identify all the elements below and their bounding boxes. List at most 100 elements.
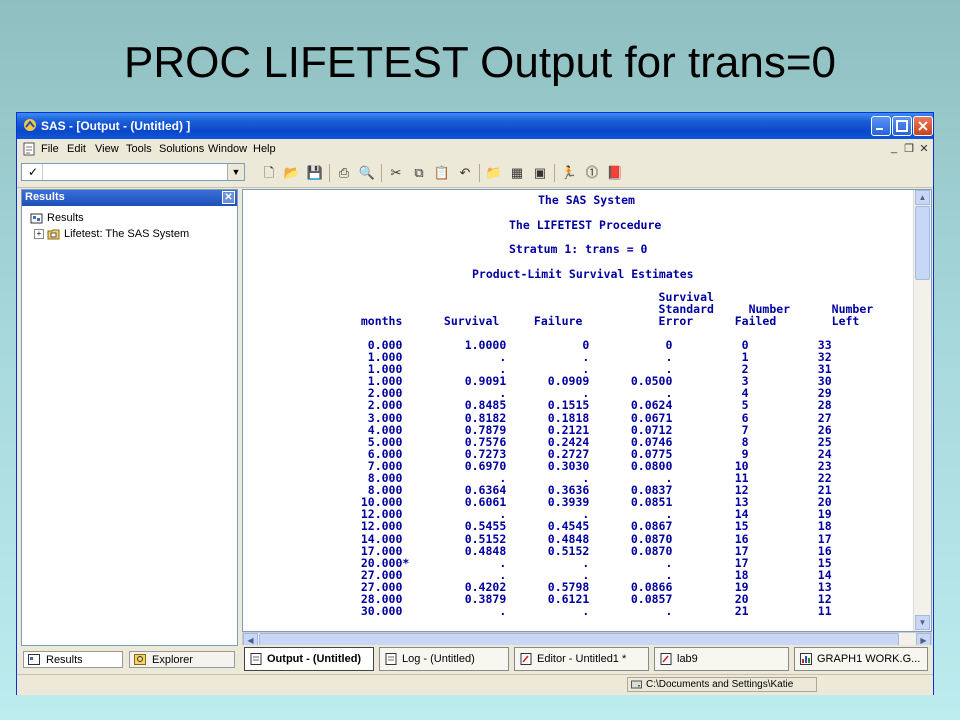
- task-log[interactable]: Log - (Untitled): [379, 647, 509, 671]
- output-column-header: Survival Standard Number Number months S…: [347, 291, 873, 327]
- window-taskbar: Output - (Untitled) Log - (Untitled) Edi…: [242, 645, 932, 673]
- toolbar: ✓ ▼ 🗋 📂 💾 ⎙ 🔍 ✂ ⧉ 📋 ↶ 📁 ▦ ▣ 🏃 ⓵ 📕: [17, 159, 933, 188]
- current-folder-path: C:\Documents and Settings\Katie: [646, 679, 794, 690]
- output-table-body: 0.000 1.0000 0 0 0 33 1.000 . . . 1 32 1…: [347, 339, 832, 617]
- print-icon[interactable]: ⎙: [335, 164, 353, 182]
- mdi-minimize-button[interactable]: _: [887, 142, 901, 156]
- menu-bar: File Edit View Tools Solutions Window He…: [17, 139, 933, 160]
- sas-window: SAS - [Output - (Untitled) ] File Edit V…: [16, 112, 934, 695]
- maximize-button[interactable]: [892, 116, 912, 136]
- vertical-scroll-thumb[interactable]: [915, 206, 930, 280]
- menu-window[interactable]: Window: [208, 143, 247, 155]
- chevron-down-icon[interactable]: ▼: [227, 164, 244, 180]
- slide-title: PROC LIFETEST Output for trans=0: [123, 38, 836, 87]
- mdi-restore-button[interactable]: ❐: [902, 142, 916, 156]
- close-icon: [918, 121, 928, 131]
- save-icon[interactable]: 💾: [306, 164, 324, 182]
- copy-icon[interactable]: ⧉: [410, 164, 428, 182]
- task-output-label: Output - (Untitled): [267, 653, 362, 665]
- maximize-icon: [896, 120, 908, 132]
- print-preview-icon[interactable]: 🔍: [358, 164, 376, 182]
- results-icon: [28, 654, 40, 665]
- task-lab9[interactable]: lab9: [654, 647, 789, 671]
- open-icon[interactable]: 📂: [283, 164, 301, 182]
- scroll-up-arrow-icon[interactable]: ▲: [915, 190, 930, 205]
- scroll-down-arrow-icon[interactable]: ▼: [915, 615, 930, 630]
- current-folder-field[interactable]: C:\Documents and Settings\Katie: [627, 677, 817, 692]
- table-row: 20.000* . . . 17 15: [347, 555, 832, 570]
- toolbar-separator: [381, 164, 382, 182]
- tab-explorer[interactable]: Explorer: [129, 651, 235, 668]
- command-box[interactable]: ✓ ▼: [21, 163, 245, 181]
- menu-tools[interactable]: Tools: [126, 143, 152, 155]
- document-icon: [23, 142, 35, 156]
- break-icon[interactable]: ⓵: [583, 164, 601, 182]
- menu-help[interactable]: Help: [253, 143, 276, 155]
- tab-explorer-label: Explorer: [152, 654, 193, 666]
- expand-icon[interactable]: +: [34, 229, 44, 240]
- table-row: 4.000 0.7879 0.2121 0.0712 7 26: [347, 422, 832, 437]
- task-output[interactable]: Output - (Untitled): [244, 647, 374, 671]
- results-header-title: Results: [25, 191, 65, 203]
- output-heading-procedure: The LIFETEST Procedure: [509, 218, 662, 232]
- run-icon[interactable]: 🏃: [560, 164, 578, 182]
- tree-item-lifetest[interactable]: + Lifetest: The SAS System: [34, 228, 189, 240]
- table-row: 3.000 0.8182 0.1818 0.0671 6 27: [347, 410, 832, 425]
- minimize-icon: [876, 128, 883, 130]
- tree-item-label: Lifetest: The SAS System: [64, 228, 190, 240]
- menu-edit[interactable]: Edit: [67, 143, 86, 155]
- task-editor[interactable]: Editor - Untitled1 *: [514, 647, 649, 671]
- menu-file[interactable]: File: [41, 143, 59, 155]
- tree-item-label: Results: [47, 212, 84, 224]
- minimize-button[interactable]: [871, 116, 891, 136]
- graph-icon: [800, 653, 812, 665]
- checkmark-icon[interactable]: ✓: [24, 164, 43, 180]
- results-header: Results ✕: [22, 190, 237, 206]
- help-book-icon[interactable]: 📕: [606, 164, 624, 182]
- undo-icon[interactable]: ↶: [456, 164, 474, 182]
- table-row: 30.000 . . . 21 11: [347, 604, 832, 619]
- new-icon[interactable]: 🗋: [260, 164, 278, 182]
- output-pane[interactable]: The SAS System The LIFETEST Procedure St…: [242, 189, 932, 632]
- editor-icon: [520, 653, 532, 665]
- table-row: 12.000 0.5455 0.4545 0.0867 15 18: [347, 519, 832, 534]
- paste-icon[interactable]: 📋: [433, 164, 451, 182]
- menu-solutions[interactable]: Solutions: [159, 143, 204, 155]
- task-editor-label: Editor - Untitled1 *: [537, 653, 627, 665]
- menu-view[interactable]: View: [95, 143, 119, 155]
- table-row: 14.000 0.5152 0.4848 0.0870 16 17: [347, 531, 832, 546]
- title-bar[interactable]: SAS - [Output - (Untitled) ]: [17, 113, 933, 139]
- drive-icon: [631, 680, 642, 689]
- results-folder-icon: [30, 213, 43, 224]
- explorer-icon: [134, 654, 146, 665]
- task-graph[interactable]: GRAPH1 WORK.G...: [794, 647, 928, 671]
- table-row: 2.000 0.8485 0.1515 0.0624 5 28: [347, 398, 832, 413]
- vertical-scrollbar[interactable]: ▲ ▼: [913, 190, 931, 631]
- mdi-close-button[interactable]: ✕: [917, 142, 931, 156]
- log-doc-icon: [385, 653, 397, 665]
- results-panel: Results ✕ Results + Lifetest: The SAS Sys…: [21, 189, 238, 646]
- table-row: 17.000 0.4848 0.5152 0.0870 17 16: [347, 543, 832, 558]
- editor-icon: [660, 653, 672, 665]
- close-icon[interactable]: ✕: [222, 191, 235, 204]
- toolbar-separator: [329, 164, 330, 182]
- tree-item-results[interactable]: Results: [30, 212, 84, 224]
- tab-results-label: Results: [46, 654, 83, 666]
- output-doc-icon: [250, 653, 262, 665]
- sas-explorer-icon[interactable]: ▦: [508, 164, 526, 182]
- window-title: SAS - [Output - (Untitled) ]: [41, 119, 191, 133]
- new-library-icon[interactable]: 📁: [485, 164, 503, 182]
- options-icon[interactable]: ▣: [531, 164, 549, 182]
- left-tab-strip: Results Explorer: [21, 648, 238, 670]
- column-header-line: months Survival Failure Error Failed Lef…: [347, 314, 860, 329]
- sas-logo-icon: [24, 119, 36, 131]
- toolbar-separator: [554, 164, 555, 182]
- task-log-label: Log - (Untitled): [402, 653, 475, 665]
- output-heading-stratum: Stratum 1: trans = 0: [509, 242, 648, 256]
- cut-icon[interactable]: ✂: [387, 164, 405, 182]
- close-button[interactable]: [913, 116, 933, 136]
- tab-results[interactable]: Results: [23, 651, 123, 668]
- folder-icon: [47, 229, 60, 240]
- command-input[interactable]: [44, 164, 230, 180]
- output-heading-estimates: Product-Limit Survival Estimates: [472, 267, 694, 281]
